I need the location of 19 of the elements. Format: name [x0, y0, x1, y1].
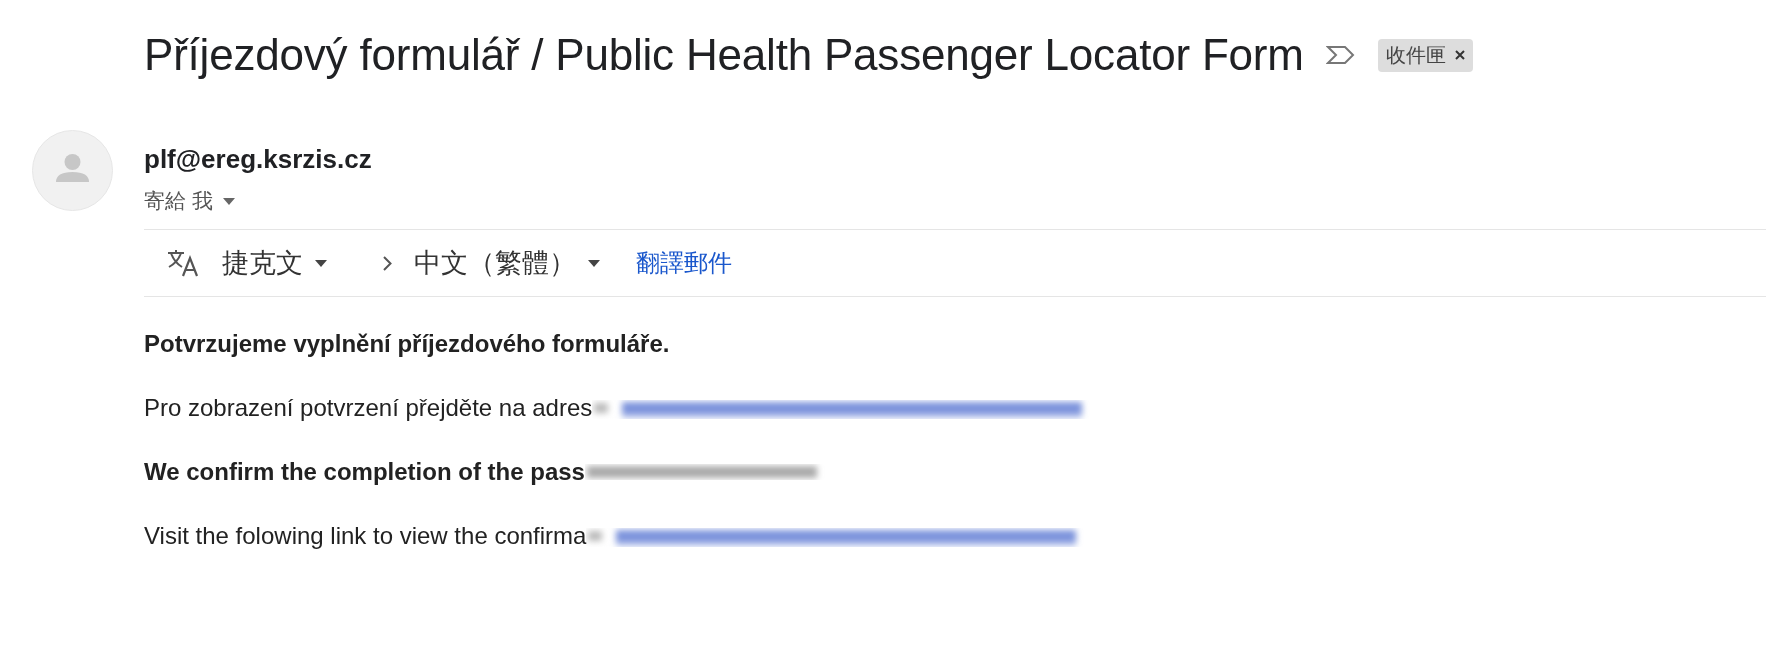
email-subject: Příjezdový formulář / Public Health Passenger Locator Form — [144, 30, 1304, 80]
avatar-icon — [32, 130, 113, 211]
message-text: Visit the folowing link to view the confirma — [144, 522, 587, 550]
message-text: Potvrzujeme vyplnění příjezdového formuláře. — [144, 330, 670, 358]
caret-icon[interactable] — [222, 197, 235, 205]
translate-link[interactable]: 翻譯郵件 — [636, 247, 732, 279]
sender-address: plf@ereg.ksrzis.cz — [144, 144, 372, 175]
recipient-text: 寄給 我 — [144, 188, 213, 214]
target-language-dropdown[interactable]: 中文（繁體） — [408, 241, 606, 285]
importance-marker-icon[interactable] — [1325, 44, 1356, 66]
message-text: We confirm the completion of the pass — [144, 458, 585, 486]
source-language-dropdown[interactable]: 捷克文 — [216, 241, 333, 285]
translate-icon — [166, 248, 200, 278]
caret-icon — [315, 259, 327, 267]
label-text: 收件匣 — [1385, 42, 1446, 68]
chevron-right-icon — [383, 255, 392, 271]
message-text: Pro zobrazení potvrzení přejděte na adres — [144, 394, 593, 422]
caret-icon — [588, 259, 600, 267]
close-icon[interactable] — [1454, 50, 1465, 60]
